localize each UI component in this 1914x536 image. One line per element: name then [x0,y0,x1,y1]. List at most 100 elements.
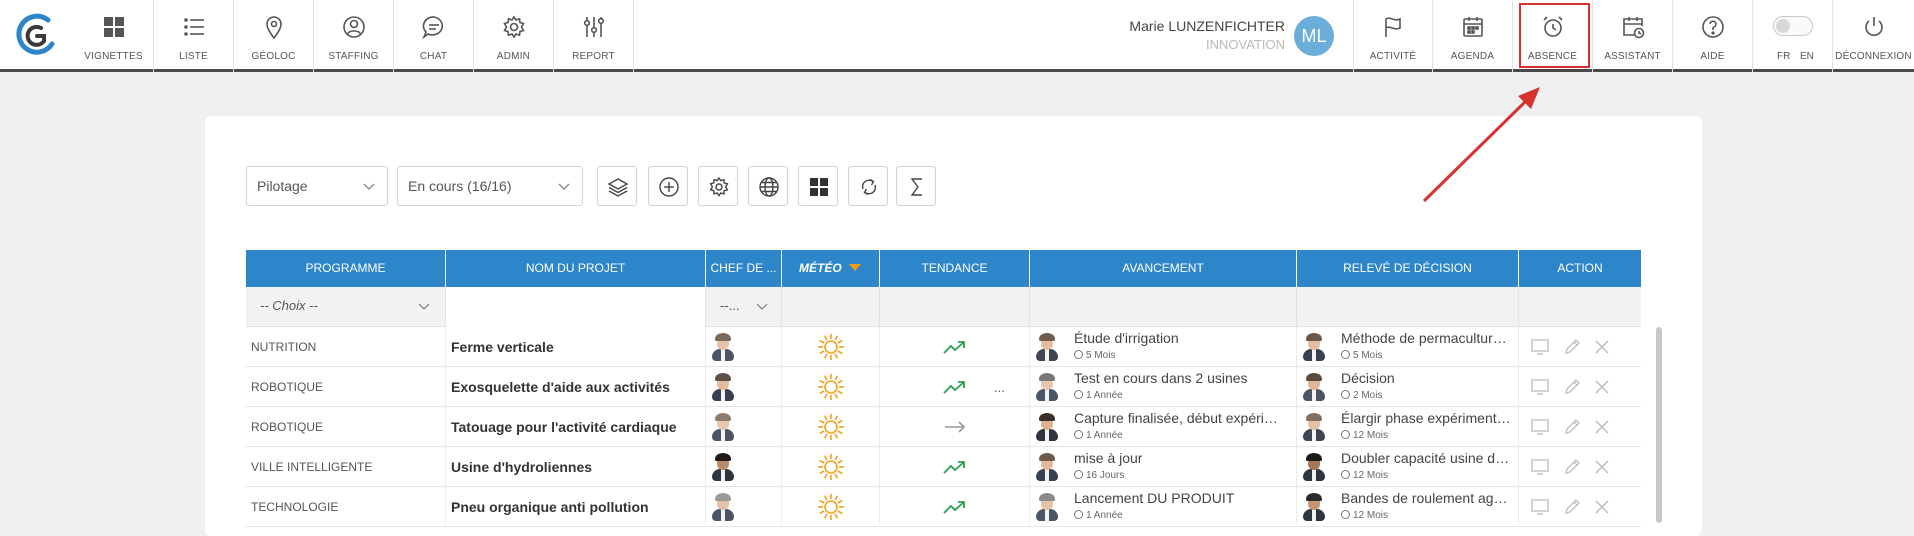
column-header-projet[interactable]: NOM DU PROJET [446,250,706,287]
nav-admin[interactable]: ADMIN [474,0,554,72]
nav-report[interactable]: REPORT [554,0,634,72]
edit-icon[interactable] [1562,377,1582,397]
refresh-button[interactable] [848,166,888,206]
view-select[interactable]: Pilotage [246,166,388,206]
chef-avatar[interactable] [712,453,734,481]
nav-deconnexion[interactable]: DÉCONNEXION [1833,0,1914,72]
releve-age: 2 Mois [1341,390,1382,401]
table-row[interactable]: ROBOTIQUE Tatouage pour l'activité cardia… [246,407,1641,447]
clock-icon [1341,350,1350,359]
edit-icon[interactable] [1562,417,1582,437]
lang-en[interactable]: EN [1800,51,1814,62]
nav-liste[interactable]: LISTE [154,0,234,72]
nav-label: STAFFING [328,51,379,62]
toggle-icon[interactable] [1772,16,1813,36]
view-icon[interactable] [1530,457,1550,477]
releve-author-avatar[interactable] [1303,453,1325,481]
nav-geoloc[interactable]: GÉOLOC [234,0,314,72]
releve-author-avatar[interactable] [1303,493,1325,521]
lang-fr[interactable]: FR [1777,51,1790,62]
project-name-cell[interactable]: Pneu organique anti pollution [446,487,706,527]
chef-avatar[interactable] [712,333,734,361]
project-name-cell[interactable]: Tatouage pour l'activité cardiaque [446,407,706,447]
view-icon[interactable] [1530,497,1550,517]
column-header-chef[interactable]: CHEF DE ... [706,250,782,287]
clock-icon [1074,350,1083,359]
releve-author-avatar[interactable] [1303,413,1325,441]
help-circle-icon [1700,14,1726,40]
project-name-cell[interactable]: Exosquelette d'aide aux activités [446,367,706,407]
column-header-action: ACTION [1557,261,1603,275]
column-header-avancement[interactable]: AVANCEMENT [1030,250,1297,287]
nav-absence[interactable]: ABSENCE [1513,0,1593,72]
nav-chat[interactable]: CHAT [394,0,474,72]
releve-text: Méthode de permaculture… [1341,330,1513,346]
view-icon[interactable] [1530,337,1550,357]
edit-icon[interactable] [1562,457,1582,477]
user-avatar[interactable]: ML [1294,16,1334,56]
sigma-button[interactable] [896,166,936,206]
edit-icon[interactable] [1562,497,1582,517]
column-header-meteo[interactable]: MÉTÉO [782,250,880,287]
layers-button[interactable] [597,166,637,206]
column-header-tendance[interactable]: TENDANCE [880,250,1030,287]
chef-filter[interactable]: --... [706,287,782,327]
nav-label: AGENDA [1450,51,1495,62]
tiles-button[interactable] [798,166,838,206]
nav-label: AIDE [1700,51,1725,62]
clock-icon [1341,510,1350,519]
column-header-releve[interactable]: RELEVÉ DE DÉCISION [1297,250,1519,287]
sliders-icon [581,14,607,40]
avancement-cell[interactable] [1030,447,1297,487]
status-select[interactable]: En cours (16/16) [397,166,583,206]
settings-button[interactable] [698,166,738,206]
table-row[interactable]: ROBOTIQUE Exosquelette d'aide aux activit… [246,367,1641,407]
delete-icon[interactable] [1592,417,1612,437]
refresh-icon [861,178,877,196]
avancement-author-avatar[interactable] [1036,333,1058,361]
programme-filter[interactable]: -- Choix -- [246,287,446,327]
avancement-author-avatar[interactable] [1036,373,1058,401]
language-toggle[interactable]: FR EN [1753,0,1833,72]
globe-button[interactable] [748,166,788,206]
avancement-author-avatar[interactable] [1036,453,1058,481]
delete-icon[interactable] [1592,377,1612,397]
delete-icon[interactable] [1592,457,1612,477]
avancement-author-avatar[interactable] [1036,413,1058,441]
table-row[interactable]: TECHNOLOGIE Pneu organique anti pollution… [246,487,1641,527]
table-row[interactable]: VILLE INTELLIGENTE Usine d'hydroliennes mi… [246,447,1641,487]
view-select-value: Pilotage [257,178,308,194]
delete-icon[interactable] [1592,337,1612,357]
view-icon[interactable] [1530,377,1550,397]
table-scrollbar[interactable] [1656,327,1662,523]
releve-author-avatar[interactable] [1303,373,1325,401]
view-icon[interactable] [1530,417,1550,437]
releve-author-avatar[interactable] [1303,333,1325,361]
edit-icon[interactable] [1562,337,1582,357]
filter-row: -- Choix -- --... [246,287,1641,327]
project-name-cell[interactable]: Ferme verticale [446,327,706,367]
clock-icon [1074,390,1083,399]
nav-aide[interactable]: AIDE [1673,0,1753,72]
nav-assistant[interactable]: ASSISTANT [1593,0,1673,72]
project-name-cell[interactable]: Usine d'hydroliennes [446,447,706,487]
chef-avatar[interactable] [712,413,734,441]
chef-avatar[interactable] [712,373,734,401]
table-row[interactable]: NUTRITION Ferme verticale Étude d'irrigati… [246,327,1641,367]
nav-label: REPORT [572,51,615,62]
sun-weather-icon [818,374,844,400]
app-logo[interactable] [8,10,66,62]
nav-agenda[interactable]: AGENDA [1433,0,1513,72]
releve-cell[interactable] [1297,367,1519,407]
nav-vignettes[interactable]: VIGNETTES [74,0,154,72]
nav-activite[interactable]: ACTIVITÉ [1353,0,1433,72]
add-button[interactable] [648,166,688,206]
avancement-age: 1 Année [1074,510,1123,521]
column-header-programme[interactable]: PROGRAMME [246,250,446,287]
delete-icon[interactable] [1592,497,1612,517]
layers-icon [607,178,629,197]
nav-staffing[interactable]: STAFFING [314,0,394,72]
chef-avatar[interactable] [712,493,734,521]
avancement-author-avatar[interactable] [1036,493,1058,521]
nav-label: ACTIVITÉ [1369,51,1417,62]
